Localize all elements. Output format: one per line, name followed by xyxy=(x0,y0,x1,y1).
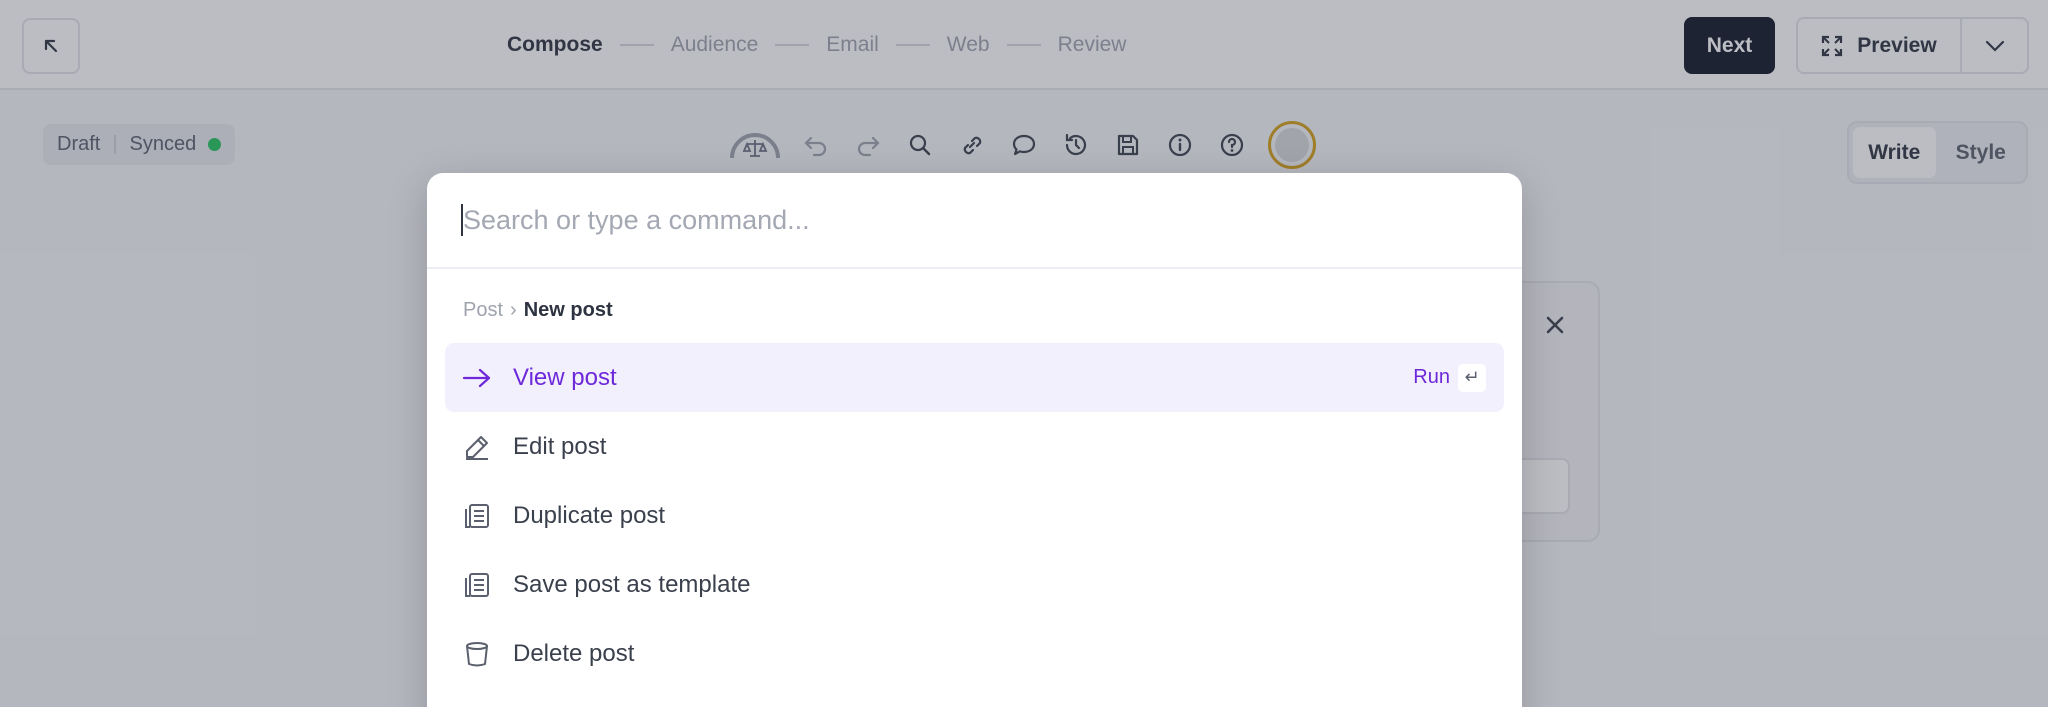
command-search-input[interactable] xyxy=(461,203,1522,237)
command-label: Duplicate post xyxy=(513,501,666,529)
command-save-post-as-template[interactable]: Save post as template xyxy=(445,550,1504,619)
command-edit-post[interactable]: Edit post xyxy=(445,412,1504,481)
breadcrumb-separator: › xyxy=(510,299,517,321)
command-delete-post[interactable]: Delete post xyxy=(445,619,1504,688)
breadcrumb: Post › New post xyxy=(427,299,1522,322)
enter-key-icon: ↵ xyxy=(1458,363,1486,392)
command-palette: Post › New post View post Run ↵ Edit pos… xyxy=(427,173,1522,707)
command-duplicate-post[interactable]: Duplicate post xyxy=(445,481,1504,550)
command-label: Edit post xyxy=(513,432,607,460)
breadcrumb-root[interactable]: Post xyxy=(463,299,503,322)
breadcrumb-current: New post xyxy=(523,299,613,321)
trash-icon xyxy=(461,638,493,670)
document-stack-icon xyxy=(461,569,493,601)
command-view-post[interactable]: View post Run ↵ xyxy=(445,343,1504,412)
command-label: Save post as template xyxy=(513,570,751,598)
run-label: Run xyxy=(1413,366,1450,388)
arrow-right-icon xyxy=(461,362,493,394)
document-stack-icon xyxy=(461,500,493,532)
command-label: View post xyxy=(513,363,617,391)
command-list: View post Run ↵ Edit post Duplicate post… xyxy=(427,343,1522,688)
run-hint: Run ↵ xyxy=(1413,343,1486,412)
command-label: Delete post xyxy=(513,639,635,667)
command-search-bar xyxy=(427,173,1522,269)
pencil-icon xyxy=(461,431,493,463)
